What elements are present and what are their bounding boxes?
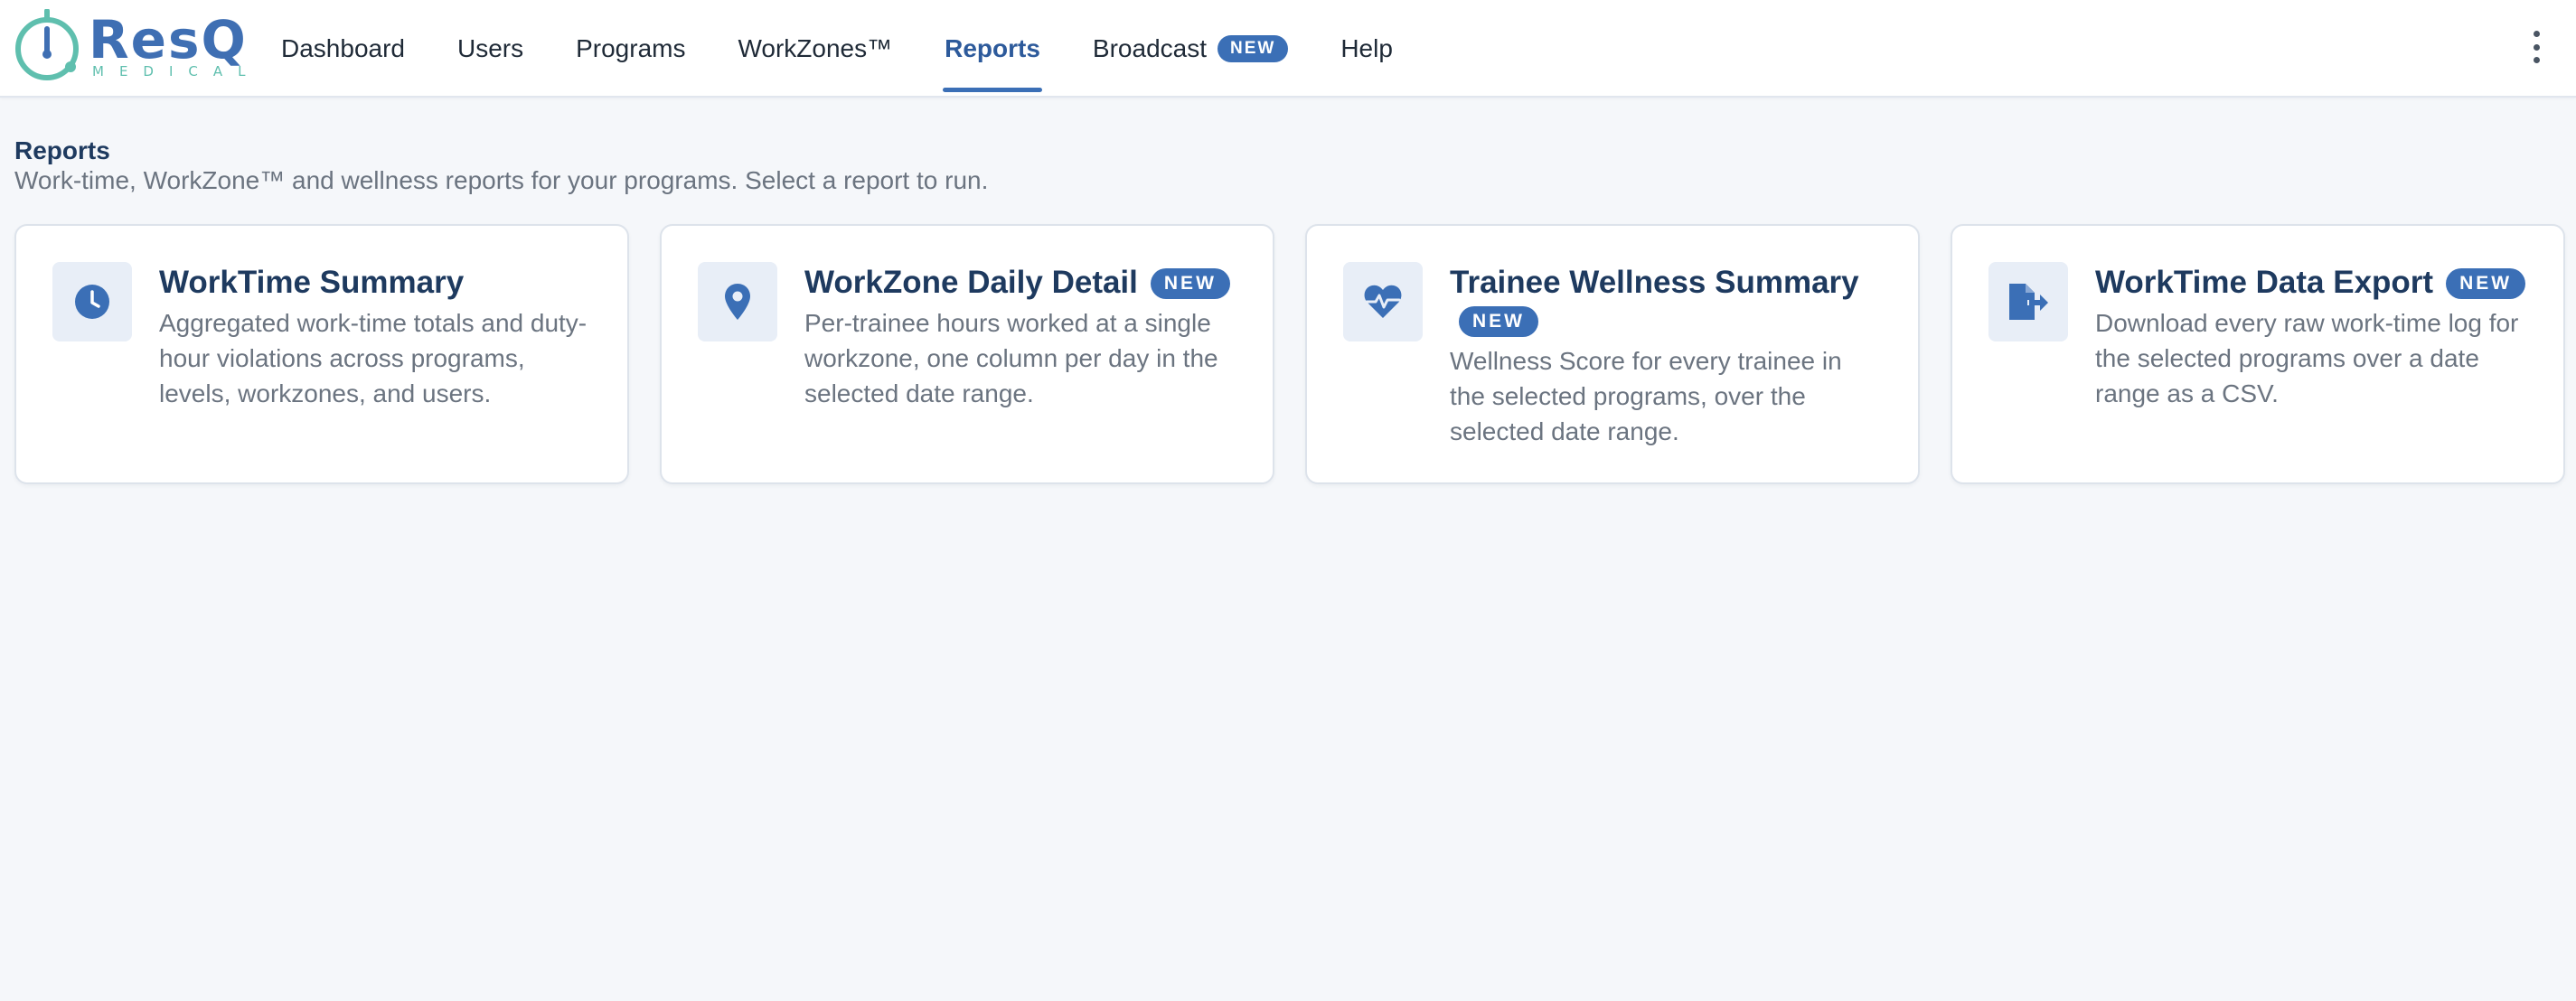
report-title: Trainee Wellness Summary NEW — [1450, 264, 1882, 340]
logo-subtitle: MEDICAL — [92, 63, 261, 80]
stopwatch-logo-icon — [15, 9, 79, 80]
nav-item-workzones[interactable]: WorkZones™ — [711, 0, 918, 98]
heart-pulse-icon — [1343, 262, 1423, 341]
nav-item-broadcast[interactable]: Broadcast NEW — [1067, 0, 1314, 98]
main-nav: Dashboard Users Programs WorkZones™ Repo… — [255, 0, 1419, 98]
card-body: WorkTime Data Export NEW Download every r… — [2095, 264, 2527, 411]
new-badge: NEW — [1459, 306, 1538, 337]
map-pin-icon — [698, 262, 777, 341]
kebab-dot — [2533, 43, 2540, 51]
new-badge: NEW — [2446, 268, 2526, 299]
report-card-workzone-daily-detail[interactable]: WorkZone Daily Detail NEW Per-trainee hou… — [660, 224, 1274, 484]
nav-item-users[interactable]: Users — [431, 0, 550, 98]
report-card-trainee-wellness-summary[interactable]: Trainee Wellness Summary NEW Wellness Sco… — [1305, 224, 1920, 484]
nav-item-reports[interactable]: Reports — [918, 0, 1067, 98]
top-navigation-bar: ResQ MEDICAL Dashboard Users Programs Wo… — [0, 0, 2576, 98]
report-title: WorkTime Summary — [159, 264, 591, 302]
report-card-worktime-summary[interactable]: WorkTime Summary Aggregated work-time to… — [14, 224, 629, 484]
report-description: Wellness Score for every trainee in the … — [1450, 347, 1842, 445]
page-subtitle: Work-time, WorkZone™ and wellness report… — [14, 166, 989, 194]
logo-wordmark: ResQ — [89, 9, 248, 70]
report-cards: WorkTime Summary Aggregated work-time to… — [14, 224, 2565, 484]
nav-item-label: Programs — [576, 34, 686, 62]
new-badge: NEW — [1217, 35, 1289, 62]
kebab-dot — [2533, 31, 2540, 37]
nav-item-label: Broadcast — [1092, 34, 1207, 62]
clock-icon — [52, 262, 132, 341]
report-card-worktime-data-export[interactable]: WorkTime Data Export NEW Download every r… — [1951, 224, 2565, 484]
report-description: Download every raw work-time log for the… — [2095, 309, 2519, 407]
report-title-text: WorkZone Daily Detail — [804, 265, 1138, 300]
new-badge: NEW — [1150, 268, 1230, 299]
card-body: WorkZone Daily Detail NEW Per-trainee hou… — [804, 264, 1236, 411]
report-title-text: WorkTime Summary — [159, 265, 465, 300]
report-title: WorkZone Daily Detail NEW — [804, 264, 1236, 302]
nav-item-dashboard[interactable]: Dashboard — [255, 0, 431, 98]
nav-item-label: WorkZones™ — [738, 34, 893, 62]
card-body: WorkTime Summary Aggregated work-time to… — [159, 264, 591, 411]
report-description: Aggregated work-time totals and duty-hou… — [159, 309, 588, 407]
file-export-icon — [1988, 262, 2068, 341]
kebab-vertical-icon[interactable] — [2527, 29, 2545, 65]
report-title-text: Trainee Wellness Summary — [1450, 265, 1859, 300]
kebab-dot — [2533, 57, 2540, 63]
card-body: Trainee Wellness Summary NEW Wellness Sco… — [1450, 264, 1882, 449]
report-title: WorkTime Data Export NEW — [2095, 264, 2527, 302]
nav-item-label: Dashboard — [281, 34, 405, 62]
report-description: Per-trainee hours worked at a single wor… — [804, 309, 1218, 407]
nav-item-label: Users — [456, 34, 524, 62]
nav-item-label: Help — [1340, 34, 1393, 62]
nav-item-help[interactable]: Help — [1314, 0, 1419, 98]
page-title: Reports — [14, 136, 110, 164]
nav-item-label: Reports — [945, 34, 1040, 62]
report-title-text: WorkTime Data Export — [2095, 265, 2434, 300]
resq-medical-logo[interactable]: ResQ MEDICAL — [14, 9, 246, 81]
nav-item-programs[interactable]: Programs — [550, 0, 711, 98]
